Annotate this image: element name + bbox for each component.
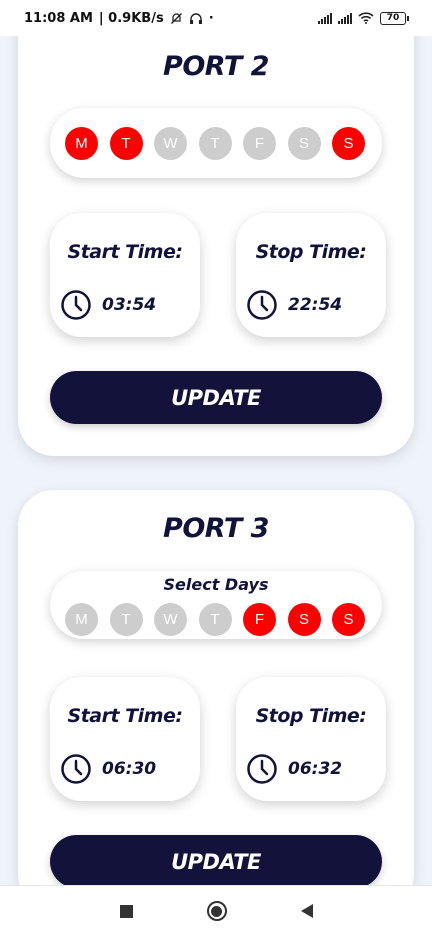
day-toggle-wednesday[interactable]: W xyxy=(154,127,187,160)
status-bar: 11:08 AM | 0.9KB/s · 70 xyxy=(0,0,432,36)
system-nav-bar xyxy=(0,885,432,936)
dot-indicator: · xyxy=(208,10,214,26)
start-time-label: Start Time: xyxy=(67,705,183,727)
day-toggle-saturday[interactable]: S xyxy=(287,603,321,636)
day-toggle-tuesday[interactable]: T xyxy=(109,127,143,160)
select-days-label: Select Days xyxy=(163,575,269,594)
days-selector: M T W T F S S xyxy=(50,108,382,178)
day-toggle-thursday[interactable]: T xyxy=(198,127,232,160)
start-time-picker[interactable]: Start Time: 03:54 xyxy=(50,213,200,337)
mute-bell-icon xyxy=(170,12,182,24)
start-time-picker[interactable]: Start Time: 06:30 xyxy=(50,677,200,801)
start-time-value: 06:30 xyxy=(102,759,157,779)
stop-time-value: 22:54 xyxy=(288,295,343,315)
status-speed: | 0.9KB/s xyxy=(98,10,164,26)
update-button[interactable]: UPDATE xyxy=(50,371,382,424)
day-toggle-monday[interactable]: M xyxy=(65,127,98,160)
stop-time-label: Stop Time: xyxy=(255,705,367,727)
update-button[interactable]: UPDATE xyxy=(50,835,382,888)
day-toggle-saturday[interactable]: S xyxy=(287,127,321,160)
signal-icon xyxy=(338,12,352,24)
stop-time-value: 06:32 xyxy=(288,759,343,779)
stop-time-picker[interactable]: Stop Time: 22:54 xyxy=(236,213,386,337)
headphones-icon xyxy=(189,12,202,24)
stop-time-label: Stop Time: xyxy=(255,241,367,263)
battery-level: 70 xyxy=(386,13,400,23)
day-toggle-wednesday[interactable]: W xyxy=(154,603,187,636)
days-selector: Select Days M T W T F S S xyxy=(50,571,382,639)
day-toggle-monday[interactable]: M xyxy=(65,603,98,636)
wifi-icon xyxy=(358,12,374,24)
signal-icon xyxy=(318,12,332,24)
recents-square-icon[interactable] xyxy=(119,904,133,918)
clock-icon xyxy=(61,754,91,784)
day-toggle-tuesday[interactable]: T xyxy=(109,603,143,636)
start-time-label: Start Time: xyxy=(67,241,183,263)
clock-icon xyxy=(247,290,277,320)
status-time: 11:08 AM xyxy=(24,10,93,26)
day-toggle-friday[interactable]: F xyxy=(243,603,276,636)
stop-time-picker[interactable]: Stop Time: 06:32 xyxy=(236,677,386,801)
port-card: PORT 2 M T W T F S S Start Time: 03:54 S… xyxy=(18,0,414,456)
back-triangle-icon[interactable] xyxy=(300,904,313,918)
day-toggle-friday[interactable]: F xyxy=(243,127,276,160)
start-time-value: 03:54 xyxy=(102,295,157,315)
day-toggle-thursday[interactable]: T xyxy=(198,603,232,636)
port-title: PORT 3 xyxy=(163,513,269,544)
home-circle-icon[interactable] xyxy=(206,901,227,921)
day-toggle-sunday[interactable]: S xyxy=(332,603,365,636)
battery-icon: 70 xyxy=(380,11,409,25)
port-title: PORT 2 xyxy=(163,51,269,82)
port-card: PORT 3 Select Days M T W T F S S Start T… xyxy=(18,490,414,910)
clock-icon xyxy=(61,290,91,320)
day-toggle-sunday[interactable]: S xyxy=(332,127,365,160)
clock-icon xyxy=(247,754,277,784)
